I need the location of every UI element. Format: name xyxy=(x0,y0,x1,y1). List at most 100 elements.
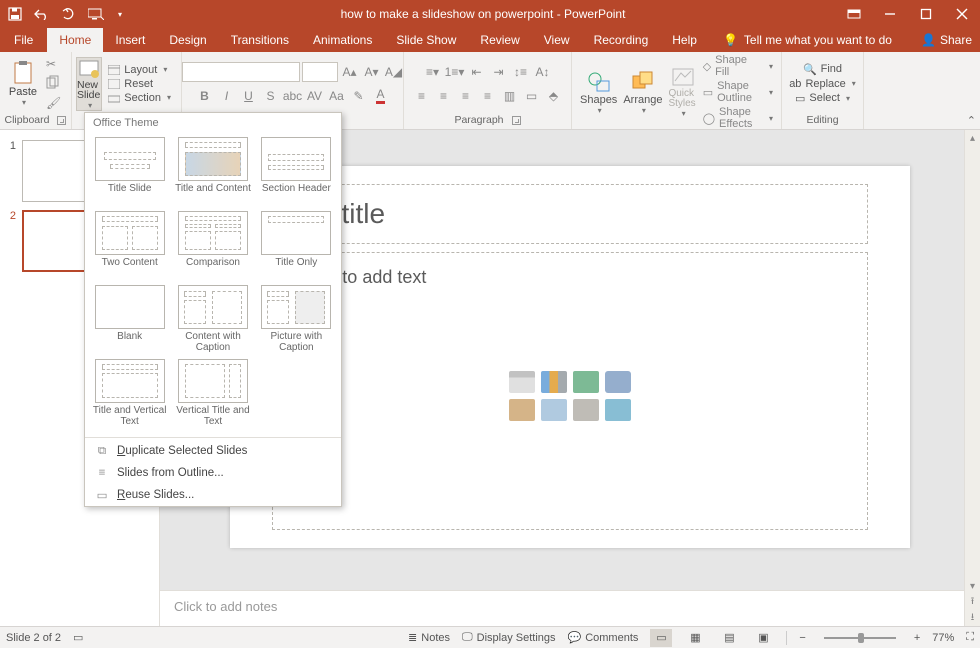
save-icon[interactable] xyxy=(8,7,22,21)
smartart-icon[interactable]: ⬘ xyxy=(544,86,564,106)
align-center-icon[interactable]: ≡ xyxy=(434,86,454,106)
tab-design[interactable]: Design xyxy=(157,28,218,52)
bold-icon[interactable]: B xyxy=(195,86,215,106)
layout-content-caption[interactable]: Content with Caption xyxy=(172,283,253,355)
insert-table-icon[interactable] xyxy=(509,371,535,393)
justify-icon[interactable]: ≡ xyxy=(478,86,498,106)
zoom-level[interactable]: 77% xyxy=(932,632,954,644)
next-slide-icon[interactable]: ⭳ xyxy=(965,610,980,626)
shape-fill-button[interactable]: ◇Shape Fill▾ xyxy=(703,54,773,78)
copy-icon[interactable] xyxy=(46,75,61,92)
content-placeholder[interactable]: Click to add text xyxy=(272,252,868,530)
redo-icon[interactable] xyxy=(62,8,76,20)
comments-toggle[interactable]: 💬Comments xyxy=(568,631,639,644)
scroll-up-icon[interactable]: ▴ xyxy=(965,130,980,146)
layout-comparison[interactable]: Comparison xyxy=(172,209,253,281)
insert-video-icon[interactable] xyxy=(573,399,599,421)
reset-button[interactable]: Reset xyxy=(108,78,171,90)
paragraph-dialog-icon[interactable] xyxy=(512,116,521,125)
insert-picture-icon[interactable] xyxy=(509,399,535,421)
insert-smartart-icon[interactable] xyxy=(573,371,599,393)
insert-icon-icon[interactable] xyxy=(605,399,631,421)
shape-effects-button[interactable]: ◯Shape Effects▾ xyxy=(703,106,773,130)
numbering-icon[interactable]: 1≡▾ xyxy=(445,62,465,82)
section-button[interactable]: Section▾ xyxy=(108,92,171,104)
layout-title-vertical-text[interactable]: Title and Vertical Text xyxy=(89,357,170,429)
tab-file[interactable]: File xyxy=(0,28,47,52)
paste-button[interactable]: Paste ▾ xyxy=(4,60,42,107)
shape-outline-button[interactable]: ▭Shape Outline▾ xyxy=(703,80,773,104)
undo-icon[interactable] xyxy=(34,8,50,20)
minimize-icon[interactable] xyxy=(872,0,908,28)
shadow-icon[interactable]: abс xyxy=(283,86,303,106)
accessibility-icon[interactable]: ▭ xyxy=(73,631,83,644)
tab-slideshow[interactable]: Slide Show xyxy=(384,28,468,52)
zoom-out-icon[interactable]: − xyxy=(799,632,805,644)
shapes-button[interactable]: Shapes▾ xyxy=(580,70,617,115)
columns-icon[interactable]: ▥ xyxy=(500,86,520,106)
line-spacing-icon[interactable]: ↕≡ xyxy=(511,62,531,82)
tab-recording[interactable]: Recording xyxy=(582,28,661,52)
tab-insert[interactable]: Insert xyxy=(103,28,157,52)
tab-home[interactable]: Home xyxy=(47,28,103,52)
collapse-ribbon-icon[interactable]: ⌃ xyxy=(967,114,976,127)
fit-to-window-icon[interactable]: ⛶ xyxy=(966,631,974,644)
prev-slide-icon[interactable]: ⭱ xyxy=(965,594,980,610)
slideshow-view-icon[interactable]: ▣ xyxy=(752,629,774,647)
scroll-down-icon[interactable]: ▾ xyxy=(965,578,980,594)
indent-dec-icon[interactable]: ⇤ xyxy=(467,62,487,82)
strike-icon[interactable]: S xyxy=(261,86,281,106)
clipboard-dialog-icon[interactable] xyxy=(57,116,66,125)
underline-icon[interactable]: U xyxy=(239,86,259,106)
new-slide-button[interactable]: New Slide ▾ xyxy=(76,57,102,111)
reading-view-icon[interactable]: ▤ xyxy=(718,629,740,647)
title-placeholder[interactable]: add title xyxy=(272,184,868,244)
duplicate-slides-item[interactable]: ⧉Duplicate Selected Slides xyxy=(85,440,341,462)
layout-title-slide[interactable]: Title Slide xyxy=(89,135,170,207)
layout-two-content[interactable]: Two Content xyxy=(89,209,170,281)
slides-from-outline-item[interactable]: ≡Slides from Outline... xyxy=(85,462,341,484)
reuse-slides-item[interactable]: ▭Reuse Slides... xyxy=(85,484,341,506)
share-button[interactable]: 👤 Share xyxy=(921,28,972,52)
find-button[interactable]: 🔍Find xyxy=(803,63,842,76)
indent-inc-icon[interactable]: ⇥ xyxy=(489,62,509,82)
layout-vertical-title-text[interactable]: Vertical Title and Text xyxy=(172,357,253,429)
case-icon[interactable]: Aa xyxy=(327,86,347,106)
maximize-icon[interactable] xyxy=(908,0,944,28)
layout-blank[interactable]: Blank xyxy=(89,283,170,355)
tab-help[interactable]: Help xyxy=(660,28,709,52)
align-left-icon[interactable]: ≡ xyxy=(412,86,432,106)
vertical-scrollbar[interactable]: ▴ ▾ ⭱ ⭳ xyxy=(964,130,980,626)
zoom-in-icon[interactable]: + xyxy=(914,632,920,644)
sorter-view-icon[interactable]: ▦ xyxy=(684,629,706,647)
insert-3dmodel-icon[interactable] xyxy=(605,371,631,393)
ribbon-display-options-icon[interactable] xyxy=(836,0,872,28)
text-direction-icon[interactable]: A↕ xyxy=(533,62,553,82)
font-name-combo[interactable] xyxy=(182,62,300,82)
notes-pane[interactable]: Click to add notes xyxy=(160,590,964,626)
font-size-combo[interactable] xyxy=(302,62,338,82)
insert-online-picture-icon[interactable] xyxy=(541,399,567,421)
align-text-icon[interactable]: ▭ xyxy=(522,86,542,106)
zoom-slider[interactable] xyxy=(824,637,896,639)
quick-styles-button[interactable]: Quick Styles▾ xyxy=(668,67,696,118)
increase-font-icon[interactable]: A▴ xyxy=(340,62,360,82)
insert-chart-icon[interactable] xyxy=(541,371,567,393)
startfrom-icon[interactable] xyxy=(88,8,104,20)
decrease-font-icon[interactable]: A▾ xyxy=(362,62,382,82)
display-settings[interactable]: 🖵Display Settings xyxy=(462,631,555,644)
bullets-icon[interactable]: ≡▾ xyxy=(423,62,443,82)
close-icon[interactable] xyxy=(944,0,980,28)
notes-toggle[interactable]: ≣Notes xyxy=(408,631,450,644)
qat-more-icon[interactable]: ▾ xyxy=(118,10,122,19)
tab-view[interactable]: View xyxy=(532,28,582,52)
spacing-icon[interactable]: AV xyxy=(305,86,325,106)
highlight-icon[interactable]: ✎ xyxy=(349,86,369,106)
normal-view-icon[interactable]: ▭ xyxy=(650,629,672,647)
tell-me[interactable]: 💡 Tell me what you want to do xyxy=(723,28,892,52)
layout-title-only[interactable]: Title Only xyxy=(256,209,337,281)
select-button[interactable]: ▭Select▾ xyxy=(795,92,850,105)
italic-icon[interactable]: I xyxy=(217,86,237,106)
layout-picture-caption[interactable]: Picture with Caption xyxy=(256,283,337,355)
clear-format-icon[interactable]: A◢ xyxy=(384,62,404,82)
